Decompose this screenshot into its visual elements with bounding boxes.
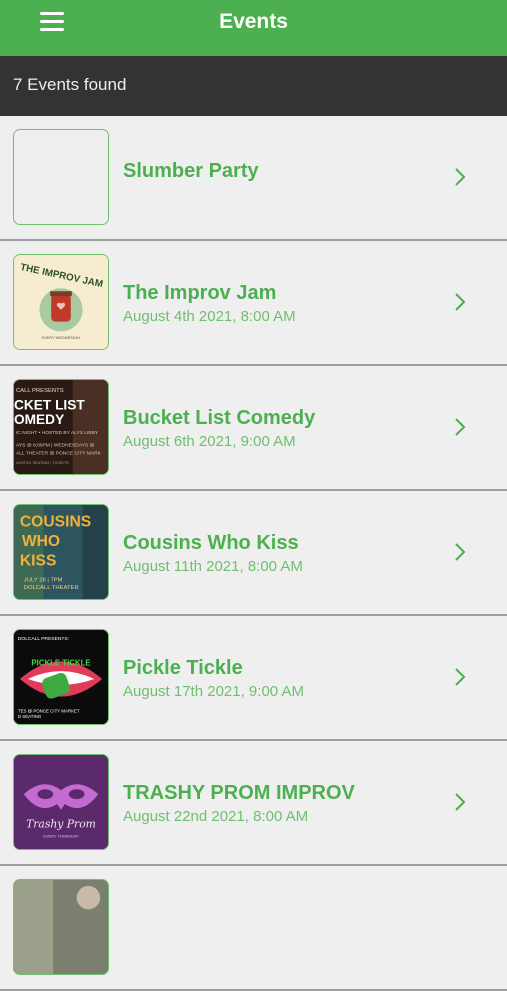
event-date: August 4th 2021, 8:00 AM: [123, 308, 296, 325]
chevron-right-icon: [455, 418, 466, 436]
svg-text:EVERY WEDNESDAY: EVERY WEDNESDAY: [41, 335, 80, 340]
event-thumbnail: Trashy Prom EVERY THURSDAY: [13, 754, 109, 850]
svg-text:DOLCALL THEATER: DOLCALL THEATER: [24, 585, 79, 591]
event-list: Slumber Party THE IMPROV JAM EVERY WEDNE…: [0, 116, 507, 991]
svg-text:OMEDY: OMEDY: [14, 412, 64, 427]
event-row-trashy-prom-improv[interactable]: Trashy Prom EVERY THURSDAY TRASHY PROM I…: [0, 741, 507, 866]
event-thumbnail: CALL PRESENTS CKET LIST OMEDY IC NIGHT •…: [13, 379, 109, 475]
event-date: August 11th 2021, 8:00 AM: [123, 558, 303, 575]
event-title: Slumber Party: [123, 160, 259, 182]
event-date: August 6th 2021, 9:00 AM: [123, 433, 296, 450]
results-bar: 7 Events found: [0, 56, 507, 116]
svg-text:D SEATING: D SEATING: [18, 714, 42, 719]
svg-text:CALL PRESENTS: CALL PRESENTS: [16, 388, 64, 394]
event-thumbnail: THE IMPROV JAM EVERY WEDNESDAY: [13, 254, 109, 350]
svg-text:COUSINS: COUSINS: [20, 514, 91, 531]
svg-text:KISS: KISS: [20, 553, 57, 570]
bucket-list-poster-image: CALL PRESENTS CKET LIST OMEDY IC NIGHT •…: [14, 380, 108, 474]
cousins-who-kiss-poster-image: COUSINS WHO KISS JULY 28 | 7PM DOLCALL T…: [14, 505, 108, 599]
chevron-right-icon: [455, 793, 466, 811]
svg-text:JULY 28 | 7PM: JULY 28 | 7PM: [24, 577, 63, 583]
svg-text:TES @ PONCE CITY MARKET: TES @ PONCE CITY MARKET: [18, 708, 80, 713]
svg-text:DOLCALL PRESENTS:: DOLCALL PRESENTS:: [18, 636, 69, 642]
pickle-tickle-poster-image: DOLCALL PRESENTS: PICKLE TICKLE TES @ PO…: [14, 630, 108, 724]
event-row-partial[interactable]: [0, 866, 507, 991]
event-row-slumber-party[interactable]: Slumber Party: [0, 116, 507, 241]
chevron-right-icon: [455, 293, 466, 311]
app-header: Events: [0, 0, 507, 56]
event-date: August 17th 2021, 9:00 AM: [123, 683, 304, 700]
improv-jam-poster-image: THE IMPROV JAM EVERY WEDNESDAY: [14, 255, 108, 349]
svg-text:ALL THEATER @ PONCE CITY MARK: ALL THEATER @ PONCE CITY MARK: [16, 450, 102, 456]
svg-text:AYS @ 8:00PM | WEDNESDAYS @: AYS @ 8:00PM | WEDNESDAYS @: [16, 443, 94, 449]
svg-text:PICKLE TICKLE: PICKLE TICKLE: [31, 658, 90, 667]
svg-text:CKET LIST: CKET LIST: [14, 397, 85, 412]
svg-text:LIMITED SEATING | TICKETS: LIMITED SEATING | TICKETS: [16, 460, 69, 465]
chevron-right-icon: [455, 543, 466, 561]
event-title: TRASHY PROM IMPROV: [123, 782, 355, 804]
event-thumbnail: [13, 129, 109, 225]
event-row-bucket-list-comedy[interactable]: CALL PRESENTS CKET LIST OMEDY IC NIGHT •…: [0, 366, 507, 491]
event-thumbnail: [13, 879, 109, 975]
event-thumbnail: COUSINS WHO KISS JULY 28 | 7PM DOLCALL T…: [13, 504, 109, 600]
svg-text:Trashy Prom: Trashy Prom: [26, 817, 96, 830]
event-row-improv-jam[interactable]: THE IMPROV JAM EVERY WEDNESDAY The Impro…: [0, 241, 507, 366]
chevron-right-icon: [455, 168, 466, 186]
event-row-cousins-who-kiss[interactable]: COUSINS WHO KISS JULY 28 | 7PM DOLCALL T…: [0, 491, 507, 616]
event-thumbnail: DOLCALL PRESENTS: PICKLE TICKLE TES @ PO…: [13, 629, 109, 725]
chevron-right-icon: [455, 668, 466, 686]
trashy-prom-poster-image: Trashy Prom EVERY THURSDAY: [14, 755, 108, 849]
svg-text:WHO: WHO: [22, 533, 60, 550]
event-date: August 22nd 2021, 8:00 AM: [123, 808, 309, 825]
page-title: Events: [219, 10, 288, 33]
event-row-pickle-tickle[interactable]: DOLCALL PRESENTS: PICKLE TICKLE TES @ PO…: [0, 616, 507, 741]
event-title: Pickle Tickle: [123, 657, 243, 679]
event-poster-image: [14, 880, 108, 974]
results-count: 7 Events found: [13, 75, 127, 94]
event-title: Cousins Who Kiss: [123, 532, 299, 554]
svg-text:EVERY THURSDAY: EVERY THURSDAY: [43, 833, 79, 838]
svg-text:IC NIGHT • HOSTED BY ALYX LIBB: IC NIGHT • HOSTED BY ALYX LIBBY: [16, 430, 99, 436]
event-title: Bucket List Comedy: [123, 407, 316, 429]
event-title: The Improv Jam: [123, 282, 277, 304]
